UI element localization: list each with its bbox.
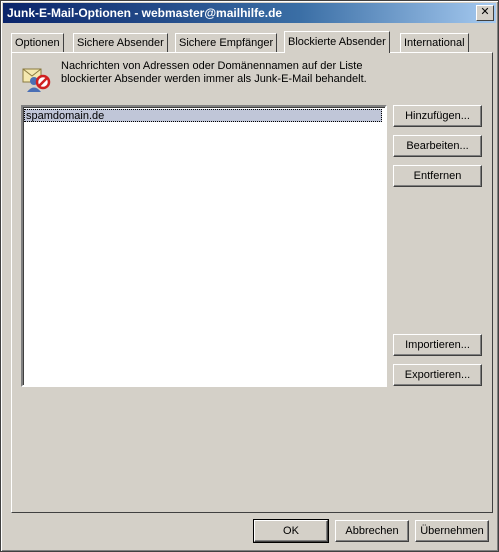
blocked-senders-panel: Nachrichten von Adressen oder Domänennam… [11,52,493,513]
description-line-2: blockierter Absender werden immer als Ju… [61,73,367,85]
blocked-senders-icon [22,68,51,92]
description-text: Nachrichten von Adressen oder Domänennam… [61,60,461,86]
remove-button[interactable]: Entfernen [393,165,482,187]
list-item[interactable]: spamdomain.de [24,109,382,122]
tab-sichere-empfaenger[interactable]: Sichere Empfänger [175,33,278,52]
tab-strip: Optionen Sichere Absender Sichere Empfän… [11,31,491,53]
window-title: Junk-E-Mail-Optionen - webmaster@mailhil… [7,6,283,20]
junk-email-options-window: Junk-E-Mail-Optionen - webmaster@mailhil… [0,0,499,552]
tab-blockierte-absender[interactable]: Blockierte Absender [284,31,390,53]
blocked-senders-list[interactable]: spamdomain.de [21,105,387,387]
ok-button[interactable]: OK [253,519,329,543]
tab-sichere-absender[interactable]: Sichere Absender [73,33,168,52]
add-button[interactable]: Hinzufügen... [393,105,482,127]
close-button[interactable]: ✕ [476,5,494,21]
apply-button[interactable]: Übernehmen [415,520,489,542]
cancel-button[interactable]: Abbrechen [335,520,409,542]
edit-button[interactable]: Bearbeiten... [393,135,482,157]
export-button[interactable]: Exportieren... [393,364,482,386]
title-bar[interactable]: Junk-E-Mail-Optionen - webmaster@mailhil… [3,3,496,23]
import-button[interactable]: Importieren... [393,334,482,356]
description-line-1: Nachrichten von Adressen oder Domänennam… [61,60,363,72]
tab-international[interactable]: International [400,33,469,52]
tab-optionen[interactable]: Optionen [11,33,64,52]
